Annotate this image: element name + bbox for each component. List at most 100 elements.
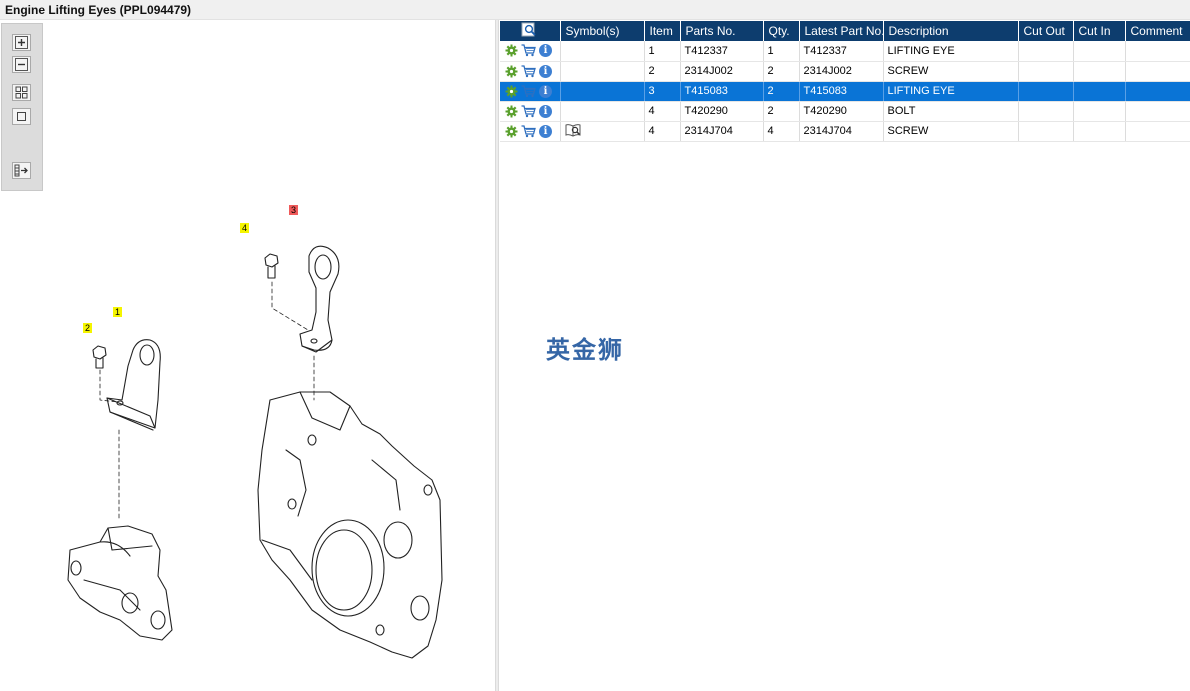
info-icon[interactable]: i <box>539 44 552 58</box>
row-qty-cell: 2 <box>763 81 800 102</box>
row-part-no-cell: 2314J002 <box>680 61 764 82</box>
column-header-cut-in[interactable]: Cut In <box>1073 21 1126 41</box>
row-part-no-cell: T412337 <box>680 41 764 62</box>
row-cut-in-cell <box>1073 121 1126 142</box>
row-actions-cell: i <box>500 81 561 102</box>
row-cut-in-cell <box>1073 61 1126 82</box>
row-symbol-cell <box>560 81 645 102</box>
shopping-cart-icon[interactable] <box>521 64 536 78</box>
row-comment-cell <box>1125 61 1190 82</box>
row-comment-cell <box>1125 41 1190 62</box>
row-symbol-cell <box>560 121 645 142</box>
column-header-comment[interactable]: Comment <box>1125 21 1190 41</box>
table-row[interactable]: i 1 T412337 1 T412337 LIFTING EYE <box>500 41 1190 62</box>
row-cut-out-cell <box>1018 61 1074 82</box>
table-row[interactable]: i 4 T420290 2 T420290 BOLT <box>500 101 1190 122</box>
search-list-icon <box>521 22 536 37</box>
row-part-no-cell: T415083 <box>680 81 764 102</box>
shopping-cart-icon[interactable] <box>521 104 536 118</box>
row-cut-out-cell <box>1018 101 1074 122</box>
row-comment-cell <box>1125 81 1190 102</box>
column-header-parts-no[interactable]: Parts No. <box>680 21 764 41</box>
zoom-out-button[interactable] <box>12 56 31 73</box>
column-header-actions[interactable] <box>500 21 561 41</box>
row-cut-in-cell <box>1073 101 1126 122</box>
column-header-qty[interactable]: Qty. <box>763 21 800 41</box>
row-latest-part-no-cell: 2314J002 <box>799 61 884 82</box>
row-symbol-cell <box>560 101 645 122</box>
row-description-cell: LIFTING EYE <box>883 41 1019 62</box>
exploded-view-drawing <box>67 245 443 659</box>
lifting-eye-1-drawing <box>106 339 161 431</box>
zoom-in-button[interactable] <box>12 34 31 51</box>
row-item-cell: 4 <box>644 121 681 142</box>
screw-2-drawing <box>92 345 107 369</box>
settings-gear-icon[interactable] <box>505 44 518 57</box>
table-row[interactable]: i 2 2314J002 2 2314J002 SCREW <box>500 61 1190 82</box>
square-icon <box>17 112 26 121</box>
callout-3[interactable]: 3 <box>289 205 298 215</box>
shopping-cart-icon[interactable] <box>521 84 536 98</box>
column-header-latest-part-no[interactable]: Latest Part No. <box>799 21 884 41</box>
row-cut-out-cell <box>1018 81 1074 102</box>
callout-4[interactable]: 4 <box>240 223 249 233</box>
row-latest-part-no-cell: 2314J704 <box>799 121 884 142</box>
grid-icon <box>15 86 28 99</box>
export-button[interactable] <box>12 162 31 179</box>
row-item-cell: 2 <box>644 61 681 82</box>
row-qty-cell: 4 <box>763 121 800 142</box>
export-arrow-icon <box>14 164 28 177</box>
row-comment-cell <box>1125 121 1190 142</box>
info-icon[interactable]: i <box>539 64 552 78</box>
column-header-cut-out[interactable]: Cut Out <box>1018 21 1074 41</box>
view-toolbox <box>1 23 43 191</box>
watermark-logo: 英金狮 <box>546 336 624 364</box>
row-description-cell: SCREW <box>883 61 1019 82</box>
info-icon[interactable]: i <box>539 104 552 118</box>
row-description-cell: BOLT <box>883 101 1019 122</box>
settings-gear-icon[interactable] <box>505 105 518 118</box>
row-latest-part-no-cell: T412337 <box>799 41 884 62</box>
table-row[interactable]: i 4 2314J704 4 2314J704 SCREW <box>500 121 1190 142</box>
callout-1[interactable]: 1 <box>113 307 122 317</box>
fit-page-button[interactable] <box>12 108 31 125</box>
row-cut-out-cell <box>1018 121 1074 142</box>
window-title-bar: Engine Lifting Eyes (PPL094479) <box>0 0 1190 20</box>
row-qty-cell: 2 <box>763 101 800 122</box>
row-actions-cell: i <box>500 61 561 82</box>
row-item-cell: 1 <box>644 41 681 62</box>
parts-list-pane: Symbol(s) Item Parts No. Qty. Latest Par… <box>499 20 1190 691</box>
plus-icon <box>15 36 28 49</box>
row-qty-cell: 1 <box>763 41 800 62</box>
table-header-row: Symbol(s) Item Parts No. Qty. Latest Par… <box>500 21 1190 41</box>
info-icon[interactable]: i <box>539 84 552 98</box>
shopping-cart-icon[interactable] <box>521 124 536 138</box>
row-cut-out-cell <box>1018 41 1074 62</box>
lifting-eye-3-drawing <box>299 245 340 353</box>
callout-2[interactable]: 2 <box>83 323 92 333</box>
row-symbol-cell <box>560 61 645 82</box>
row-part-no-cell: 2314J704 <box>680 121 764 142</box>
fit-all-button[interactable] <box>12 84 31 101</box>
column-header-symbols[interactable]: Symbol(s) <box>560 21 645 41</box>
settings-gear-icon[interactable] <box>505 65 518 78</box>
column-header-item[interactable]: Item <box>644 21 681 41</box>
row-qty-cell: 2 <box>763 61 800 82</box>
table-row[interactable]: i 3 T415083 2 T415083 LIFTING EYE <box>500 81 1190 102</box>
row-part-no-cell: T420290 <box>680 101 764 122</box>
book-magnifier-icon[interactable] <box>565 123 582 137</box>
row-actions-cell: i <box>500 121 561 142</box>
info-icon[interactable]: i <box>539 124 552 138</box>
row-actions-cell: i <box>500 41 561 62</box>
settings-gear-icon[interactable] <box>505 85 518 98</box>
settings-gear-icon[interactable] <box>505 125 518 138</box>
column-header-description[interactable]: Description <box>883 21 1019 41</box>
row-comment-cell <box>1125 101 1190 122</box>
parts-table: Symbol(s) Item Parts No. Qty. Latest Par… <box>500 21 1190 142</box>
diagram-pane[interactable]: 1 2 3 4 <box>0 20 495 691</box>
row-actions-cell: i <box>500 101 561 122</box>
window-title: Engine Lifting Eyes (PPL094479) <box>5 3 192 17</box>
row-item-cell: 3 <box>644 81 681 102</box>
shopping-cart-icon[interactable] <box>521 44 536 57</box>
row-description-cell: SCREW <box>883 121 1019 142</box>
